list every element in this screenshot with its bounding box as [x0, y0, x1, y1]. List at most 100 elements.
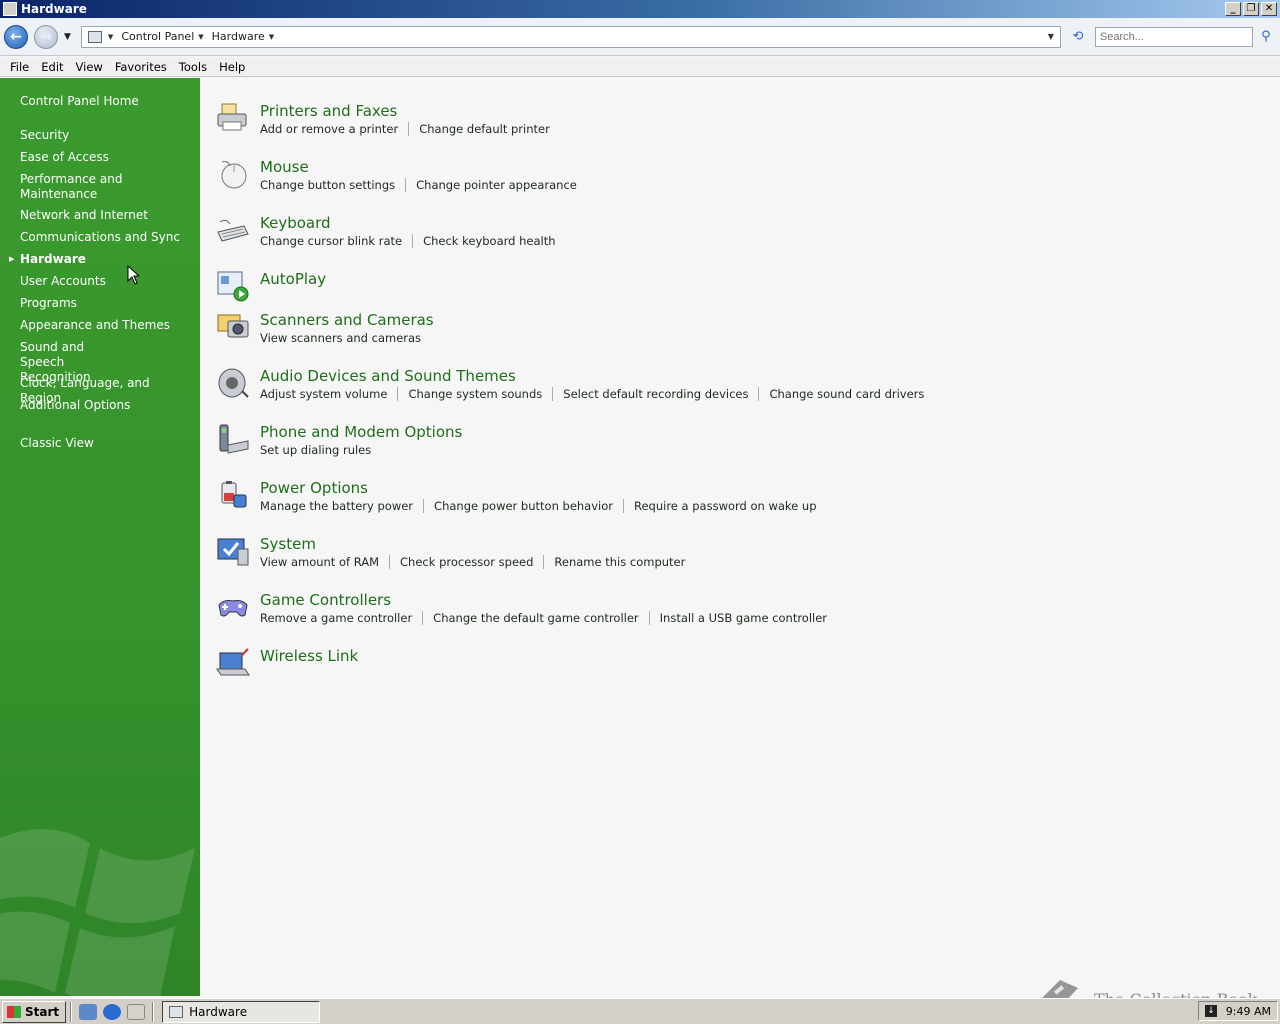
speaker-icon — [218, 368, 249, 398]
task-link[interactable]: Adjust system volume — [260, 387, 387, 401]
task-link[interactable]: Change button settings — [260, 178, 395, 192]
task-title[interactable]: Audio Devices and Sound Themes — [260, 367, 516, 385]
taskbar: Start Hardware ↓ 9:49 AM — [0, 998, 1280, 1024]
arrow-right-icon: → — [40, 28, 52, 45]
task-links: Change cursor blink rate Check keyboard … — [260, 234, 556, 248]
menu-file[interactable]: File — [10, 60, 29, 74]
task-link[interactable]: Set up dialing rules — [260, 443, 371, 457]
menu-help[interactable]: Help — [219, 60, 245, 74]
sidebar-control-panel-home[interactable]: Control Panel Home — [20, 94, 190, 109]
recent-pages-dropdown[interactable]: ▼ — [64, 32, 71, 42]
breadcrumb-hardware[interactable]: Hardware ▼ — [212, 30, 275, 43]
minimize-button[interactable]: _ — [1225, 2, 1241, 16]
sidebar-item-user-accounts[interactable]: User Accounts — [20, 274, 190, 289]
task-links: View amount of RAM Check processor speed… — [260, 555, 685, 569]
arrow-left-icon: ← — [10, 28, 22, 45]
sidebar-item-security[interactable]: Security — [20, 128, 190, 143]
download-icon[interactable]: ↓ — [1205, 1005, 1217, 1017]
task-link[interactable]: Rename this computer — [554, 555, 685, 569]
task-title[interactable]: Keyboard — [260, 214, 331, 232]
task-link[interactable]: Change the default game controller — [433, 611, 638, 625]
menu-favorites[interactable]: Favorites — [115, 60, 167, 74]
task-link[interactable]: Change default printer — [419, 122, 550, 136]
task-title[interactable]: Printers and Faxes — [260, 102, 397, 120]
task-link[interactable]: Change cursor blink rate — [260, 234, 402, 248]
task-links: Add or remove a printer Change default p… — [260, 122, 550, 136]
current-item-arrow-icon: ▶ — [9, 255, 15, 263]
close-button[interactable]: ✕ — [1261, 2, 1277, 16]
task-link[interactable]: Check keyboard health — [423, 234, 555, 248]
task-link[interactable]: Install a USB game controller — [660, 611, 827, 625]
sidebar-item-communications[interactable]: Communications and Sync — [20, 230, 190, 245]
quicklaunch-desktop-icon[interactable] — [127, 1003, 146, 1020]
control-panel-icon — [3, 2, 17, 16]
main-content: Printers and Faxes Add or remove a print… — [200, 78, 1280, 996]
task-title[interactable]: System — [260, 535, 316, 553]
forward-button[interactable]: → — [34, 24, 58, 49]
task-link[interactable]: Manage the battery power — [260, 499, 413, 513]
task-links: Adjust system volume Change system sound… — [260, 387, 924, 401]
menu-tools[interactable]: Tools — [179, 60, 207, 74]
start-button[interactable]: Start — [2, 1000, 67, 1023]
address-bar[interactable]: ▼ Control Panel ▼ Hardware ▼ ▼ — [80, 25, 1061, 48]
task-link[interactable]: Check processor speed — [400, 555, 533, 569]
task-title[interactable]: AutoPlay — [260, 270, 326, 288]
breadcrumb-control-panel[interactable]: Control Panel ▼ — [121, 30, 203, 43]
task-link[interactable]: Change power button behavior — [434, 499, 613, 513]
task-link[interactable]: Add or remove a printer — [260, 122, 398, 136]
task-link[interactable]: Change sound card drivers — [769, 387, 924, 401]
control-panel-icon — [169, 1005, 184, 1018]
maximize-button[interactable]: ❐ — [1243, 2, 1259, 16]
keyboard-icon — [217, 219, 249, 242]
system-tray: ↓ 9:49 AM — [1198, 1001, 1278, 1021]
task-link[interactable]: Change system sounds — [408, 387, 542, 401]
quicklaunch-explorer-icon[interactable] — [79, 1003, 98, 1020]
sidebar-item-hardware[interactable]: Hardware — [20, 252, 190, 267]
window-title: Hardware — [21, 2, 87, 16]
breadcrumb-root-dropdown[interactable]: ▼ — [108, 33, 113, 41]
back-button[interactable]: ← — [4, 24, 28, 49]
task-link[interactable]: Change pointer appearance — [416, 178, 577, 192]
address-history-dropdown[interactable]: ▼ — [1048, 32, 1054, 41]
task-link[interactable]: Require a password on wake up — [634, 499, 817, 513]
menu-view[interactable]: View — [76, 60, 103, 74]
mouse-cursor-icon — [127, 265, 139, 285]
sidebar-item-ease-of-access[interactable]: Ease of Access — [20, 150, 190, 165]
task-title[interactable]: Phone and Modem Options — [260, 423, 462, 441]
menu-bar: File Edit View Favorites Tools Help — [0, 57, 1280, 77]
search-icon[interactable]: ⚲ — [1256, 29, 1276, 44]
sidebar-item-performance[interactable]: Performance and Maintenance — [20, 172, 130, 202]
computer-icon — [87, 30, 102, 43]
sidebar-item-appearance[interactable]: Appearance and Themes — [20, 318, 190, 333]
task-title[interactable]: Mouse — [260, 158, 309, 176]
clock[interactable]: 9:49 AM — [1226, 1005, 1271, 1018]
search-input[interactable] — [1094, 26, 1253, 47]
task-link[interactable]: View scanners and cameras — [260, 331, 421, 345]
sidebar-classic-view[interactable]: Classic View — [20, 436, 190, 451]
title-bar[interactable]: Hardware _ ❐ ✕ — [0, 0, 1280, 18]
task-link[interactable]: Select default recording devices — [563, 387, 748, 401]
wireless-icon — [216, 648, 250, 676]
task-title[interactable]: Scanners and Cameras — [260, 311, 434, 329]
system-icon — [217, 538, 249, 566]
task-links: Change button settings Change pointer ap… — [260, 178, 577, 192]
power-icon — [221, 481, 247, 508]
mouse-icon — [221, 161, 247, 189]
task-link[interactable]: View amount of RAM — [260, 555, 379, 569]
task-links: Manage the battery power Change power bu… — [260, 499, 817, 513]
task-title[interactable]: Power Options — [260, 479, 368, 497]
sidebar-item-programs[interactable]: Programs — [20, 296, 190, 311]
sidebar: Control Panel Home Security Ease of Acce… — [0, 78, 200, 996]
refresh-icon[interactable]: ⟲ — [1069, 29, 1087, 44]
menu-edit[interactable]: Edit — [41, 60, 63, 74]
taskbar-window-hardware[interactable]: Hardware — [162, 1000, 321, 1023]
task-title[interactable]: Game Controllers — [260, 591, 391, 609]
task-link[interactable]: Remove a game controller — [260, 611, 412, 625]
windows-logo-watermark — [0, 829, 195, 996]
quicklaunch-browser-icon[interactable] — [103, 1003, 122, 1020]
chevron-down-icon: ▼ — [268, 32, 275, 41]
sidebar-item-network[interactable]: Network and Internet — [20, 208, 190, 223]
window-controls: _ ❐ ✕ — [1225, 2, 1277, 16]
sidebar-item-additional-options[interactable]: Additional Options — [20, 398, 190, 413]
task-title[interactable]: Wireless Link — [260, 647, 358, 665]
